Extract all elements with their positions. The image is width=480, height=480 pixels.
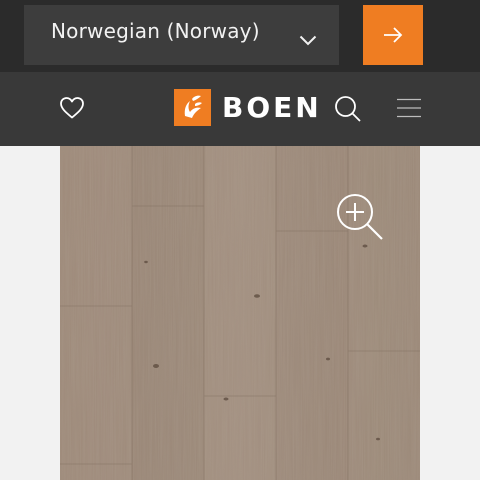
arrow-right-icon — [384, 27, 403, 43]
language-select-label: Norwegian (Norway) — [51, 19, 260, 43]
site-header: BOEN — [0, 72, 480, 146]
logo-mark — [174, 89, 211, 126]
language-submit-button[interactable] — [363, 5, 423, 65]
hamburger-menu-icon[interactable] — [397, 98, 421, 122]
language-bar: Norwegian (Norway) — [0, 0, 480, 72]
heart-icon[interactable] — [59, 96, 85, 124]
chevron-down-icon — [299, 31, 317, 50]
zoom-in-icon[interactable] — [335, 193, 385, 247]
logo-text: BOEN — [222, 91, 322, 124]
search-icon[interactable] — [334, 95, 362, 127]
language-select[interactable]: Norwegian (Norway) — [24, 5, 339, 65]
